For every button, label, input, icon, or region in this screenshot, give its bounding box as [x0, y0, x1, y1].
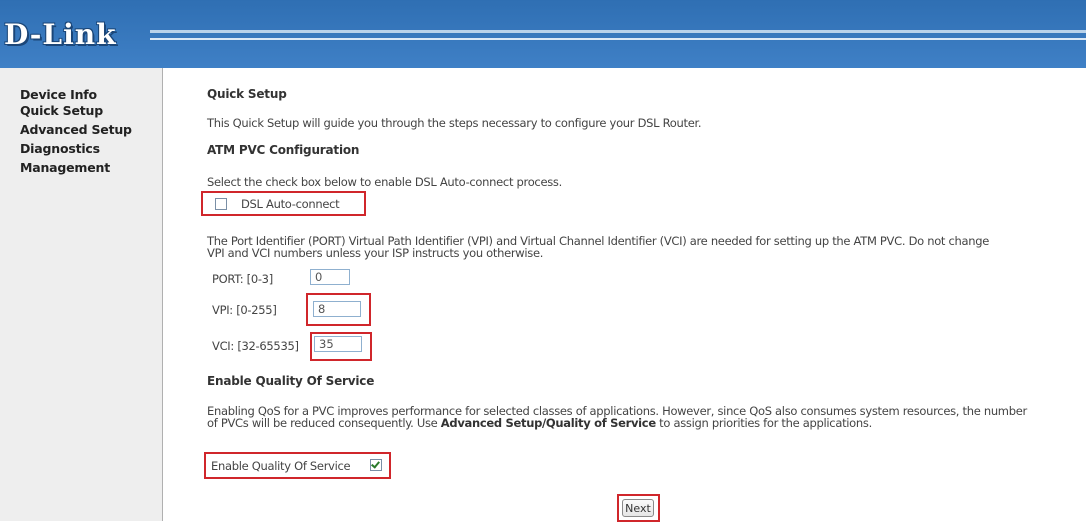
sidebar: Device Info Quick Setup Advanced Setup D… [0, 68, 163, 521]
qos-settings-link: Advanced Setup/Quality of Service [440, 416, 656, 430]
qos-description-line2-pre: of PVCs will be reduced consequently. Us… [207, 416, 441, 430]
sidebar-item-quick-setup[interactable]: Quick Setup [20, 103, 103, 118]
qos-description: Enabling QoS for a PVC improves performa… [207, 405, 1077, 429]
qos-heading: Enable Quality Of Service [207, 374, 375, 388]
page-title: Quick Setup [207, 87, 287, 101]
sidebar-item-management[interactable]: Management [20, 160, 110, 175]
pvc-description-line2: VPI and VCI numbers unless your ISP inst… [207, 246, 544, 260]
main-content: Quick Setup This Quick Setup will guide … [201, 68, 1077, 522]
port-label: PORT: [0-3] [212, 272, 273, 286]
vci-label: VCI: [32-65535] [212, 339, 299, 353]
dsl-auto-connect-label: DSL Auto-connect [241, 197, 340, 211]
pvc-description: The Port Identifier (PORT) Virtual Path … [207, 235, 1077, 259]
header-stripe [150, 30, 1086, 33]
next-button[interactable]: Next [622, 499, 654, 517]
dsl-auto-connect-checkbox[interactable] [215, 198, 227, 210]
vci-input[interactable] [314, 336, 362, 352]
intro-text: This Quick Setup will guide you through … [207, 116, 702, 130]
vpi-input[interactable] [313, 301, 361, 317]
qos-checkbox[interactable] [370, 459, 382, 471]
qos-description-line2-post: to assign priorities for the application… [655, 416, 872, 430]
dlink-logo: D-Link [4, 18, 117, 51]
vpi-label: VPI: [0-255] [212, 303, 277, 317]
header-stripe [150, 38, 1086, 40]
sidebar-item-device-info[interactable]: Device Info [20, 87, 97, 102]
qos-checkbox-label: Enable Quality Of Service [211, 459, 351, 473]
atm-pvc-heading: ATM PVC Configuration [207, 143, 360, 157]
sidebar-item-diagnostics[interactable]: Diagnostics [20, 141, 100, 156]
sidebar-item-advanced-setup[interactable]: Advanced Setup [20, 122, 132, 137]
port-input[interactable] [310, 269, 350, 285]
header-banner: D-Link [0, 0, 1086, 68]
auto-connect-instruction: Select the check box below to enable DSL… [207, 175, 562, 189]
